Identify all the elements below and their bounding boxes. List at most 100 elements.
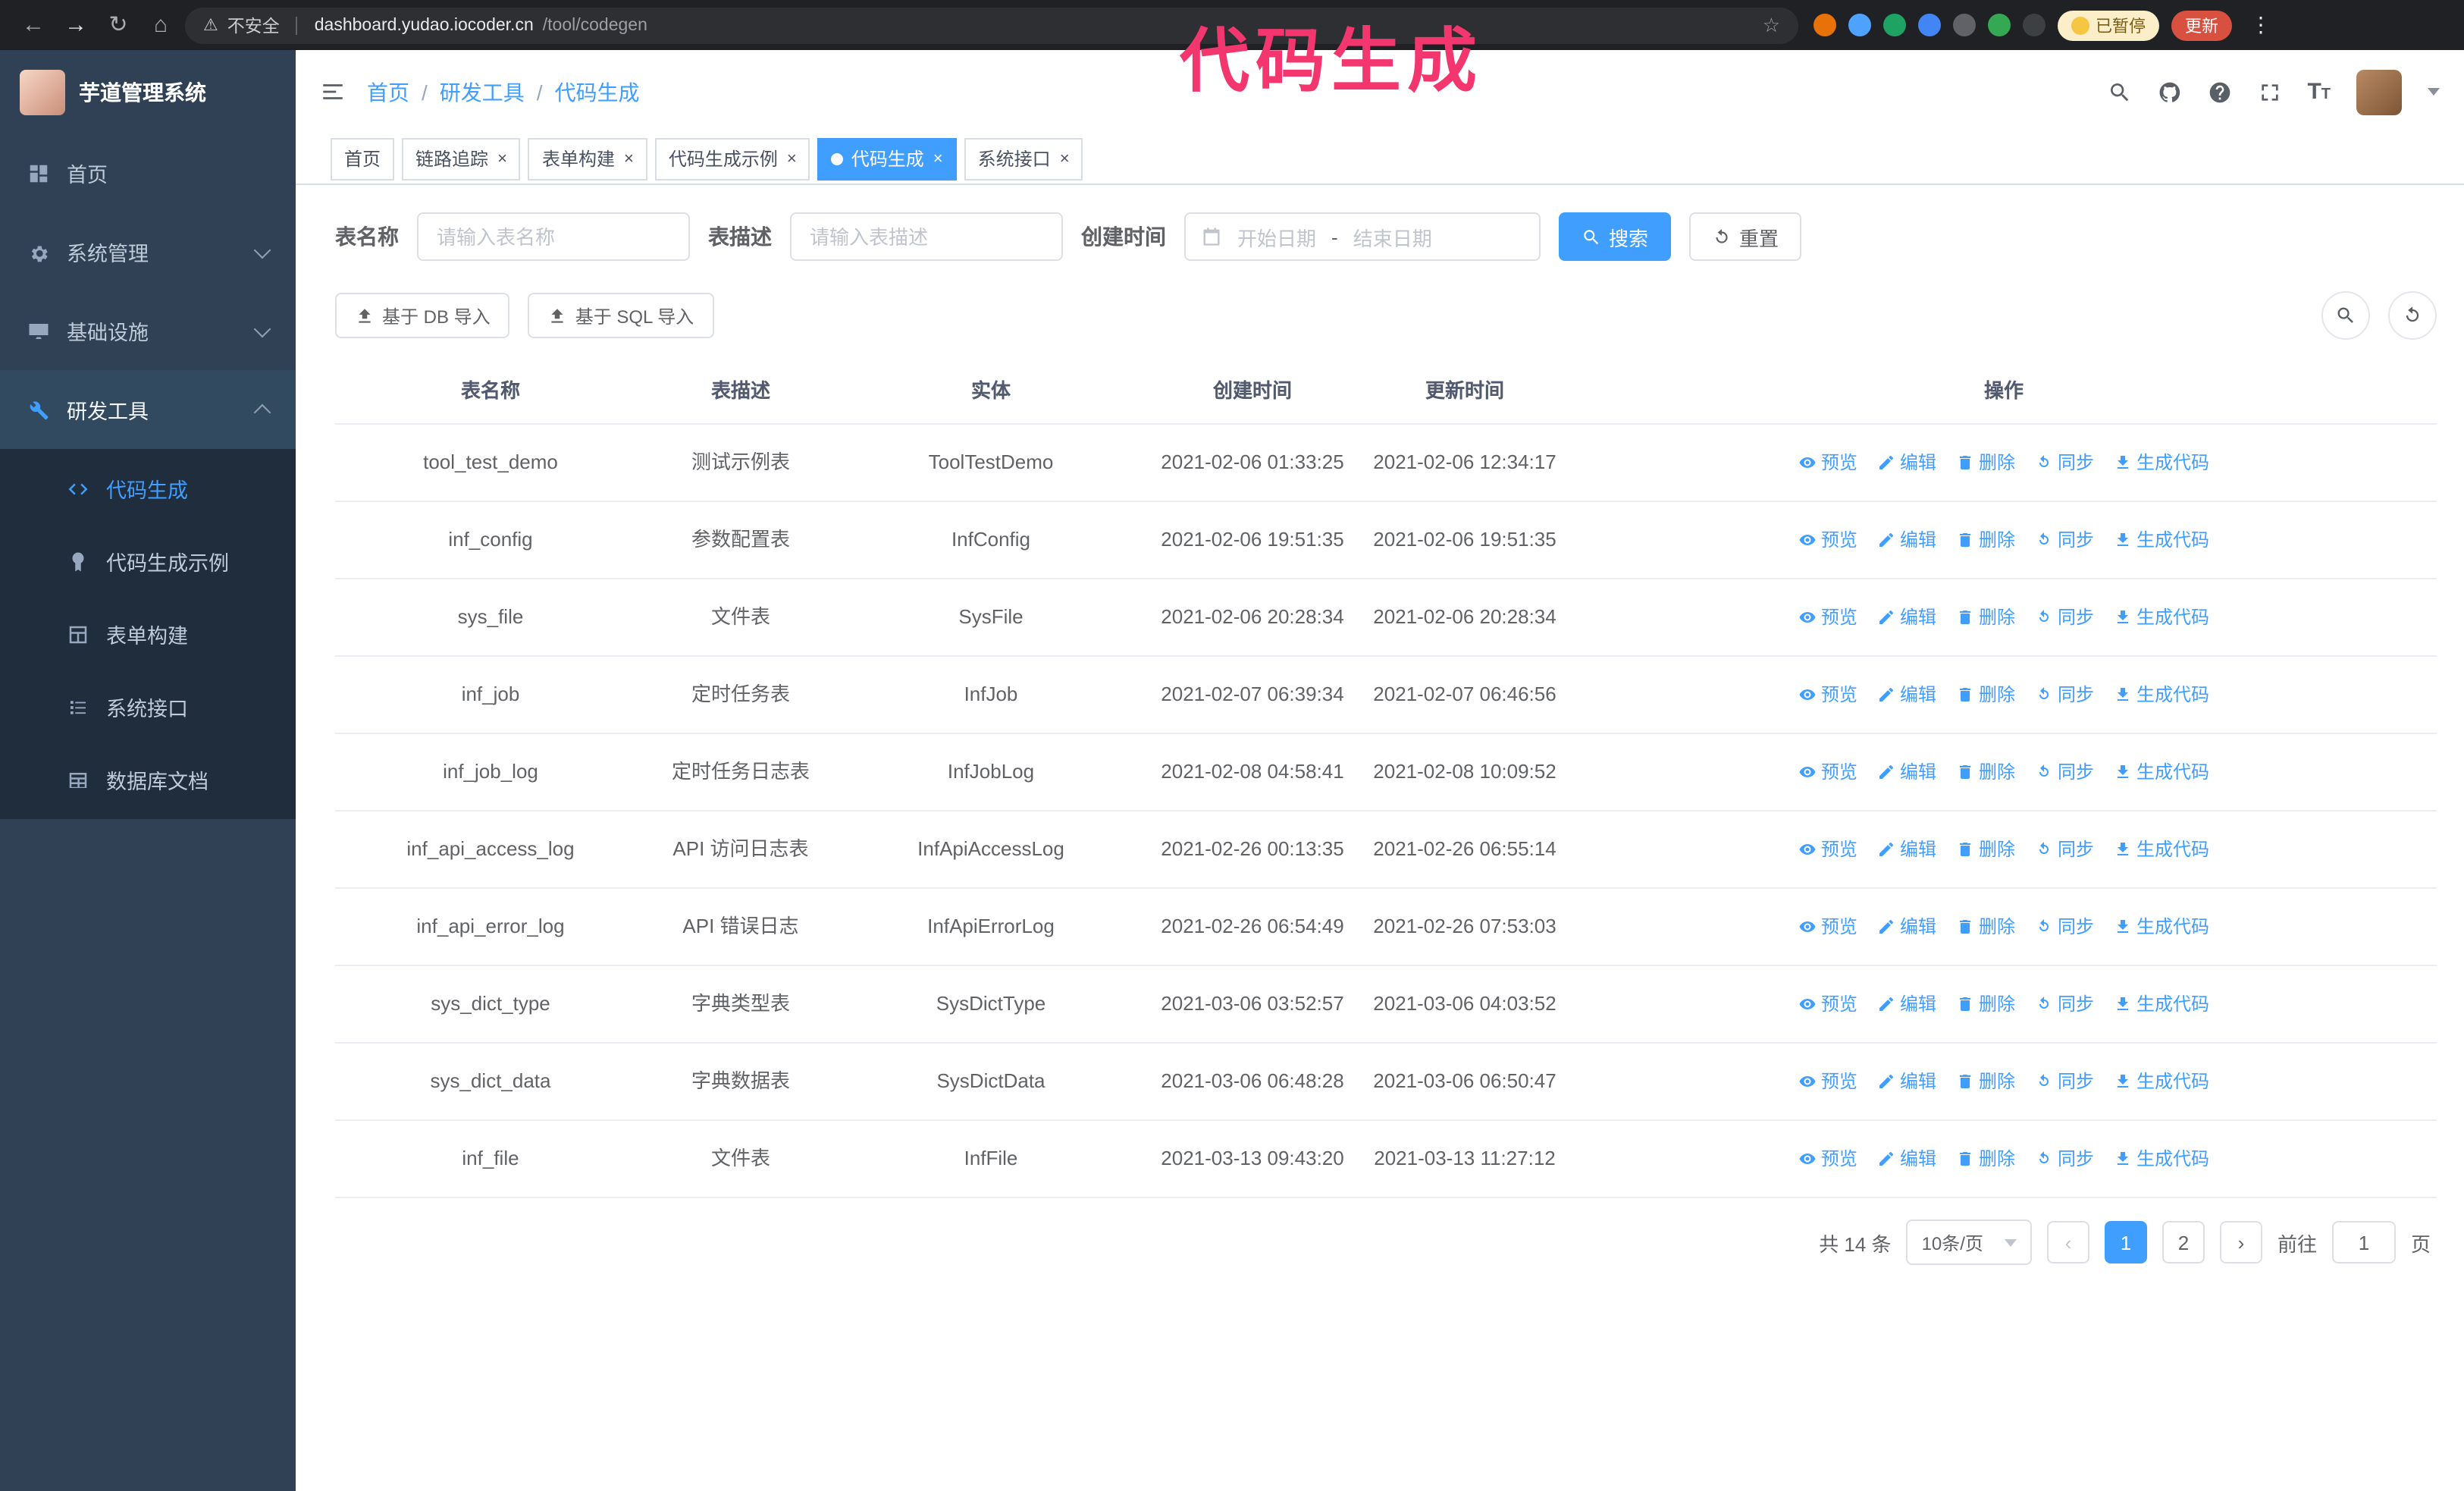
action-sync[interactable]: 同步 <box>2035 681 2094 708</box>
action-edit[interactable]: 编辑 <box>1877 449 1936 476</box>
action-generate-code[interactable]: 生成代码 <box>2114 913 2209 940</box>
extension-icon[interactable] <box>1883 14 1906 36</box>
table-desc-input[interactable] <box>790 212 1063 261</box>
action-preview[interactable]: 预览 <box>1798 913 1857 940</box>
browser-forward-icon[interactable]: → <box>58 0 94 50</box>
action-sync[interactable]: 同步 <box>2035 836 2094 863</box>
action-sync[interactable]: 同步 <box>2035 526 2094 554</box>
action-edit[interactable]: 编辑 <box>1877 1145 1936 1172</box>
action-preview[interactable]: 预览 <box>1798 1145 1857 1172</box>
tab-close-icon[interactable]: × <box>933 149 943 168</box>
action-edit[interactable]: 编辑 <box>1877 758 1936 786</box>
refresh-list-button[interactable] <box>2388 291 2437 340</box>
address-bar[interactable]: ⚠ 不安全 dashboard.yudao.iocoder.cn/tool/co… <box>185 7 1798 43</box>
import-sql-button[interactable]: 基于 SQL 导入 <box>528 293 714 338</box>
toggle-search-button[interactable] <box>2321 291 2370 340</box>
action-delete[interactable]: 删除 <box>1956 1145 2015 1172</box>
font-size-icon[interactable]: TT <box>2307 79 2331 105</box>
action-generate-code[interactable]: 生成代码 <box>2114 526 2209 554</box>
breadcrumb-devtools[interactable]: 研发工具 <box>440 77 525 107</box>
action-preview[interactable]: 预览 <box>1798 526 1857 554</box>
github-icon[interactable] <box>2157 80 2181 104</box>
sidebar-toggle-icon[interactable] <box>320 79 346 105</box>
sidebar-subitem-codegen[interactable]: 代码生成 <box>0 452 296 525</box>
import-db-button[interactable]: 基于 DB 导入 <box>335 293 510 338</box>
update-button[interactable]: 更新 <box>2171 10 2232 40</box>
browser-home-icon[interactable]: ⌂ <box>143 0 179 50</box>
create-time-range-picker[interactable]: 开始日期 - 结束日期 <box>1184 212 1541 261</box>
bookmark-star-icon[interactable]: ☆ <box>1763 13 1780 37</box>
sidebar-item-devtools[interactable]: 研发工具 <box>0 370 296 449</box>
action-generate-code[interactable]: 生成代码 <box>2114 681 2209 708</box>
tab-system-api[interactable]: 系统接口 × <box>964 137 1083 180</box>
page-2-button[interactable]: 2 <box>2161 1221 2205 1263</box>
action-delete[interactable]: 删除 <box>1956 990 2015 1018</box>
browser-back-icon[interactable]: ← <box>15 0 52 50</box>
paused-badge[interactable]: 已暂停 <box>2058 10 2159 40</box>
next-page-button[interactable]: › <box>2219 1221 2262 1263</box>
action-sync[interactable]: 同步 <box>2035 1068 2094 1095</box>
tab-close-icon[interactable]: × <box>787 149 797 168</box>
action-delete[interactable]: 删除 <box>1956 758 2015 786</box>
action-preview[interactable]: 预览 <box>1798 990 1857 1018</box>
action-preview[interactable]: 预览 <box>1798 836 1857 863</box>
action-sync[interactable]: 同步 <box>2035 604 2094 631</box>
action-preview[interactable]: 预览 <box>1798 449 1857 476</box>
action-sync[interactable]: 同步 <box>2035 913 2094 940</box>
action-delete[interactable]: 删除 <box>1956 836 2015 863</box>
page-size-select[interactable]: 10条/页 <box>1906 1219 2032 1265</box>
goto-page-input[interactable] <box>2331 1221 2396 1263</box>
tab-close-icon[interactable]: × <box>624 149 634 168</box>
action-preview[interactable]: 预览 <box>1798 681 1857 708</box>
browser-menu-icon[interactable]: ⋮ <box>2244 12 2277 38</box>
action-edit[interactable]: 编辑 <box>1877 604 1936 631</box>
browser-reload-icon[interactable]: ↻ <box>100 0 136 50</box>
sidebar-subitem-codegen-example[interactable]: 代码生成示例 <box>0 525 296 598</box>
action-edit[interactable]: 编辑 <box>1877 1068 1936 1095</box>
action-sync[interactable]: 同步 <box>2035 990 2094 1018</box>
action-preview[interactable]: 预览 <box>1798 758 1857 786</box>
sidebar-subitem-system-api[interactable]: 系统接口 <box>0 670 296 743</box>
app-logo-block[interactable]: 芋道管理系统 <box>0 50 296 133</box>
action-delete[interactable]: 删除 <box>1956 526 2015 554</box>
action-generate-code[interactable]: 生成代码 <box>2114 836 2209 863</box>
table-name-input[interactable] <box>417 212 690 261</box>
action-sync[interactable]: 同步 <box>2035 449 2094 476</box>
action-edit[interactable]: 编辑 <box>1877 681 1936 708</box>
prev-page-button[interactable]: ‹ <box>2046 1221 2089 1263</box>
tab-close-icon[interactable]: × <box>497 149 507 168</box>
action-generate-code[interactable]: 生成代码 <box>2114 449 2209 476</box>
action-preview[interactable]: 预览 <box>1798 1068 1857 1095</box>
action-delete[interactable]: 删除 <box>1956 681 2015 708</box>
avatar[interactable] <box>2356 69 2402 115</box>
action-edit[interactable]: 编辑 <box>1877 913 1936 940</box>
fullscreen-icon[interactable] <box>2257 80 2281 104</box>
action-delete[interactable]: 删除 <box>1956 604 2015 631</box>
action-sync[interactable]: 同步 <box>2035 758 2094 786</box>
extension-icon[interactable] <box>1953 14 1976 36</box>
action-generate-code[interactable]: 生成代码 <box>2114 1068 2209 1095</box>
action-sync[interactable]: 同步 <box>2035 1145 2094 1172</box>
action-generate-code[interactable]: 生成代码 <box>2114 604 2209 631</box>
sidebar-subitem-db-doc[interactable]: 数据库文档 <box>0 743 296 816</box>
extension-icon[interactable] <box>2023 14 2045 36</box>
extension-icon[interactable] <box>1848 14 1871 36</box>
action-generate-code[interactable]: 生成代码 <box>2114 758 2209 786</box>
extension-icon[interactable] <box>1814 14 1836 36</box>
sidebar-item-infra[interactable]: 基础设施 <box>0 291 296 370</box>
action-delete[interactable]: 删除 <box>1956 913 2015 940</box>
sidebar-subitem-form-builder[interactable]: 表单构建 <box>0 598 296 670</box>
reset-button[interactable]: 重置 <box>1689 212 1802 261</box>
extension-icon[interactable] <box>1988 14 2011 36</box>
action-preview[interactable]: 预览 <box>1798 604 1857 631</box>
action-generate-code[interactable]: 生成代码 <box>2114 1145 2209 1172</box>
action-edit[interactable]: 编辑 <box>1877 526 1936 554</box>
breadcrumb-home[interactable]: 首页 <box>367 77 409 107</box>
help-icon[interactable] <box>2207 80 2231 104</box>
search-icon[interactable] <box>2107 80 2131 104</box>
tab-codegen[interactable]: 代码生成 × <box>817 137 957 180</box>
tab-tracer[interactable]: 链路追踪 × <box>402 137 521 180</box>
sidebar-item-system[interactable]: 系统管理 <box>0 212 296 291</box>
action-delete[interactable]: 删除 <box>1956 449 2015 476</box>
extension-icon[interactable] <box>1918 14 1941 36</box>
